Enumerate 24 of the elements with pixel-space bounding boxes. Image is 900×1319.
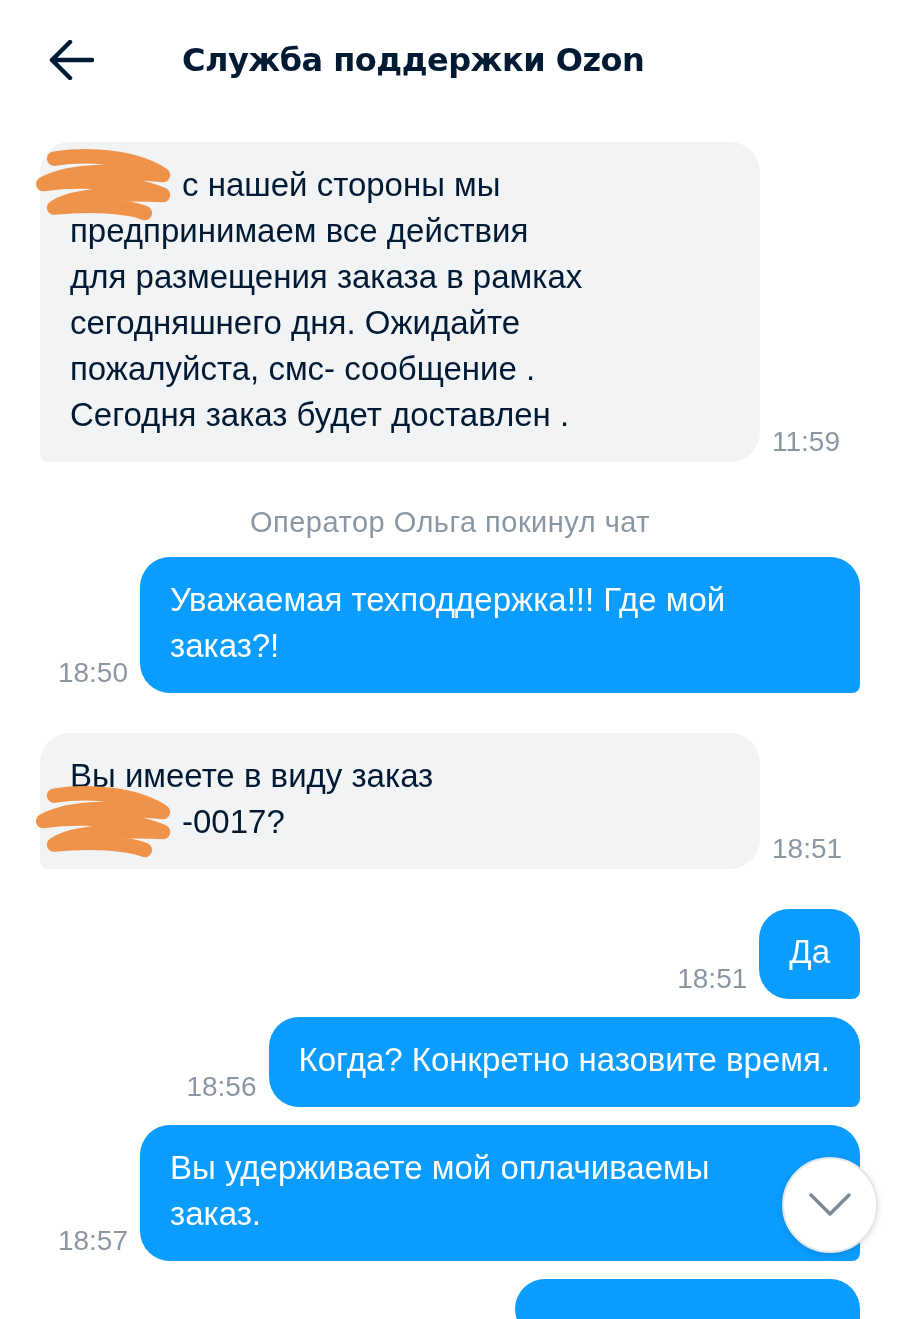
message-text: Вы удерживаете мой оплачиваемы — [170, 1149, 710, 1186]
message-time: 18:51 — [772, 833, 843, 866]
system-message: Оператор Ольга покинул чат — [248, 506, 652, 539]
chat-title: Служба поддержки Ozon — [182, 41, 645, 79]
back-arrow-icon[interactable] — [48, 40, 94, 80]
message-text: Уважаемая техподдержка!!! Где мой — [170, 581, 726, 618]
message-text: пожалуйста, смс- сообщение . — [70, 350, 536, 387]
message-text: -0017? — [182, 803, 285, 840]
message-text: с нашей стороны мы — [182, 166, 501, 203]
message-text: Вы имеете в виду заказ — [70, 757, 434, 794]
message-text: предпринимаем все действия — [70, 212, 529, 249]
message-time: 18:57 — [57, 1225, 128, 1258]
message-time: 18:50 — [57, 657, 128, 690]
message-text: Да — [789, 933, 830, 970]
chevron-down-icon — [808, 1192, 852, 1218]
message-text: заказ?! — [170, 627, 280, 664]
message-text: заказ. — [170, 1195, 261, 1232]
message-text: Когда? Конкретно назовите время. — [298, 1041, 830, 1078]
message-time: 11:59 — [772, 426, 840, 459]
message-time: 18:56 — [186, 1071, 257, 1104]
message-text: для размещения заказа в рамках — [70, 258, 583, 295]
message-time: 18:51 — [677, 963, 748, 996]
message-text: сегодняшнего дня. Ожидайте — [70, 304, 521, 341]
message-text: Сегодня заказ будет доставлен . — [70, 396, 570, 433]
